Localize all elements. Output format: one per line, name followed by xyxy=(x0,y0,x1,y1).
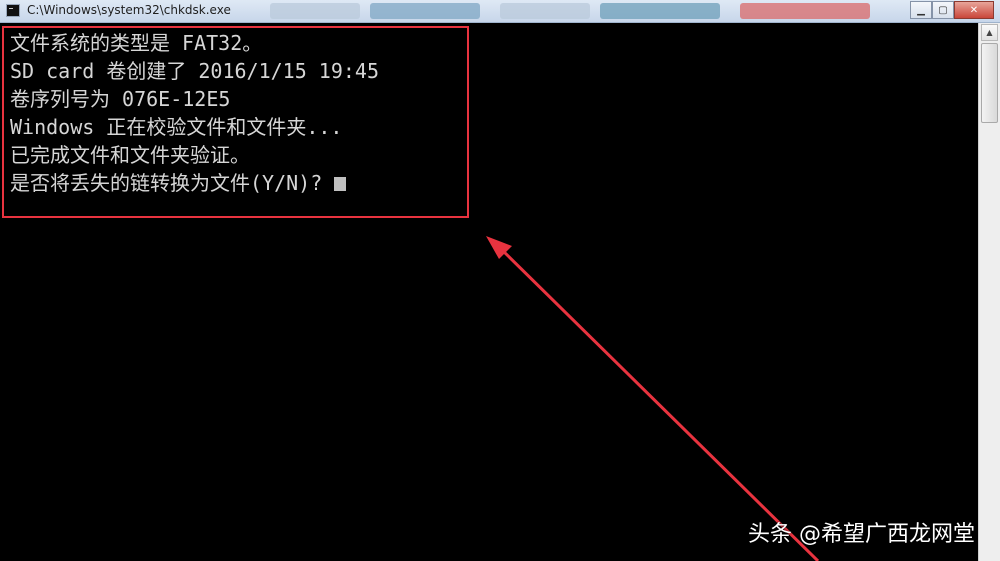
scrollbar-thumb[interactable] xyxy=(981,43,998,123)
background-thumbnail xyxy=(740,3,870,19)
window-controls: ▁ ▢ ✕ xyxy=(910,1,994,19)
watermark: 头条 @希望广西龙网堂 xyxy=(748,522,975,547)
maximize-button[interactable]: ▢ xyxy=(932,1,954,19)
vertical-scrollbar[interactable]: ▲ xyxy=(978,23,1000,561)
background-thumbnail xyxy=(270,3,360,19)
background-thumbnail xyxy=(370,3,480,19)
background-taskbar-thumbnails xyxy=(270,0,900,22)
console-line: Windows 正在校验文件和文件夹... xyxy=(10,115,343,139)
console-app-icon xyxy=(6,4,20,17)
console-line: SD card 卷创建了 2016/1/15 19:45 xyxy=(10,59,379,83)
console-line: 卷序列号为 076E-12E5 xyxy=(10,87,231,111)
console-line: 文件系统的类型是 FAT32。 xyxy=(10,31,263,55)
text-cursor xyxy=(334,177,347,191)
scroll-up-arrow-icon[interactable]: ▲ xyxy=(981,24,998,41)
close-button[interactable]: ✕ xyxy=(954,1,994,19)
minimize-button[interactable]: ▁ xyxy=(910,1,932,19)
console-output-area[interactable]: 文件系统的类型是 FAT32。 SD card 卷创建了 2016/1/15 1… xyxy=(0,23,978,561)
window-title-bar: C:\Windows\system32\chkdsk.exe ▁ ▢ ✕ xyxy=(0,0,1000,23)
console-line: 已完成文件和文件夹验证。 xyxy=(10,143,250,167)
console-prompt-line: 是否将丢失的链转换为文件(Y/N)? xyxy=(10,169,379,197)
console-lines: 文件系统的类型是 FAT32。 SD card 卷创建了 2016/1/15 1… xyxy=(10,29,379,197)
background-thumbnail xyxy=(600,3,720,19)
console-prompt-text: 是否将丢失的链转换为文件(Y/N)? xyxy=(10,171,323,195)
background-thumbnail xyxy=(500,3,590,19)
window-title: C:\Windows\system32\chkdsk.exe xyxy=(27,3,231,17)
